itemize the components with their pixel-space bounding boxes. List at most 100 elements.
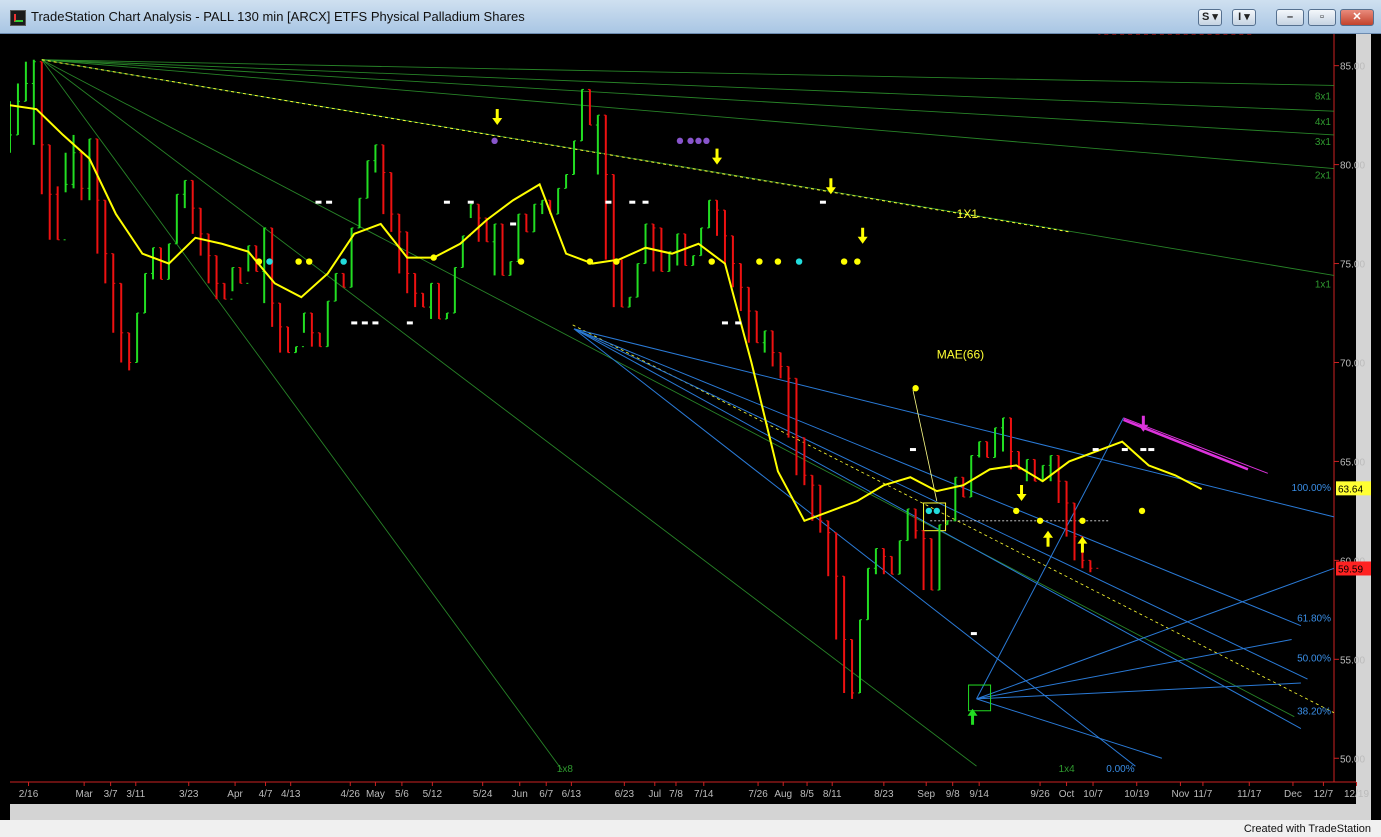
chart-area[interactable]: 85.0080.0075.0070.0065.0060.0055.0050.00… — [10, 34, 1371, 820]
x-tick-label: 9/26 — [1030, 789, 1050, 800]
x-tick-label: 10/19 — [1124, 789, 1149, 800]
signal-marker-white — [605, 200, 612, 204]
x-tick-label: 4/13 — [281, 789, 301, 800]
fib-100-label: 100.00% — [1292, 483, 1332, 494]
minimize-button[interactable]: – — [1276, 9, 1304, 26]
x-tick-label: 2/16 — [19, 789, 39, 800]
x-tick-label: Apr — [227, 789, 243, 800]
signal-marker-white — [467, 200, 474, 204]
i-button-label: I — [1238, 11, 1242, 23]
signal-marker-white — [1148, 448, 1155, 452]
signal-marker-white — [909, 448, 916, 452]
s-button-label: S — [1202, 11, 1210, 23]
gann-1x8-label: 1x8 — [557, 764, 574, 775]
signal-dot — [306, 258, 313, 265]
footer-credit: Created with TradeStation — [1239, 823, 1375, 835]
signal-dot — [925, 507, 933, 515]
gann-fan-label: 3x1 — [1315, 137, 1332, 148]
signal-dot — [255, 258, 263, 265]
signal-dot — [1013, 507, 1020, 515]
x-tick-label: Oct — [1059, 789, 1075, 800]
price-chart[interactable]: 85.0080.0075.0070.0065.0060.0055.0050.00… — [10, 34, 1371, 820]
gann-fan-label: 4x1 — [1315, 117, 1332, 128]
window-title: TradeStation Chart Analysis - PALL 130 m… — [31, 9, 525, 24]
x-tick-label: 5/24 — [473, 789, 493, 800]
signal-marker-white — [315, 200, 322, 204]
signal-marker-white — [351, 321, 358, 325]
fib-38-label: 38.20% — [1297, 707, 1331, 718]
x-tick-label: 3/7 — [104, 789, 118, 800]
signal-marker-white — [406, 321, 413, 325]
signal-dot — [687, 137, 694, 145]
x-tick-label: 4/26 — [341, 789, 361, 800]
fib-50-label: 50.00% — [1297, 653, 1331, 664]
x-tick-label: Aug — [774, 789, 792, 800]
tradestation-app-icon[interactable] — [10, 10, 26, 26]
restore-button[interactable]: ▫ — [1308, 9, 1336, 26]
signal-dot — [695, 137, 702, 145]
signal-marker-white — [629, 200, 636, 204]
signal-marker-white — [361, 321, 368, 325]
fib-0-label: 0.00% — [1106, 764, 1134, 775]
x-tick-label: 12/19 — [1344, 789, 1369, 800]
last-price-text: 59.59 — [1338, 564, 1363, 575]
mae66-label: MAE(66) — [937, 348, 984, 362]
y-tick-label: 70.00 — [1340, 358, 1365, 369]
signal-marker-white — [642, 200, 649, 204]
window-titlebar: TradeStation Chart Analysis - PALL 130 m… — [0, 0, 1381, 34]
signal-marker-white — [1140, 448, 1147, 452]
signal-dot — [676, 137, 684, 145]
signal-dot — [340, 258, 347, 265]
signal-dot — [1079, 517, 1086, 524]
gann-fan-label: 1x1 — [1315, 279, 1332, 290]
signal-dot — [1138, 507, 1146, 515]
vertical-scrollbar — [1356, 34, 1371, 820]
signal-dot — [933, 507, 940, 515]
indicator-i-button[interactable]: I ▾ — [1232, 9, 1256, 26]
y-tick-label: 80.00 — [1340, 161, 1365, 172]
y-tick-label: 65.00 — [1340, 457, 1365, 468]
y-tick-label: 75.00 — [1340, 260, 1365, 271]
gann-1x1-label: 1X1 — [957, 207, 979, 221]
signal-dot — [266, 258, 273, 265]
signal-dot — [854, 258, 861, 265]
signal-dot — [795, 258, 803, 265]
signal-dot — [1036, 517, 1044, 524]
last-price-text: 63.64 — [1338, 484, 1363, 495]
signal-dot — [517, 258, 525, 265]
x-tick-label: 5/12 — [423, 789, 443, 800]
x-tick-label: 3/23 — [179, 789, 199, 800]
x-tick-label: Jun — [512, 789, 528, 800]
signal-dot — [774, 258, 782, 265]
signal-marker-white — [372, 321, 379, 325]
x-tick-label: May — [366, 789, 385, 800]
horizontal-scrollbar — [10, 804, 1356, 820]
signal-marker-white — [721, 321, 728, 325]
gann-1x4-label: 1x4 — [1059, 764, 1076, 775]
signal-dot — [912, 385, 919, 392]
x-tick-label: Jul — [648, 789, 661, 800]
signal-marker-white — [326, 200, 333, 204]
signal-dot — [430, 254, 437, 261]
x-tick-label: 10/7 — [1083, 789, 1103, 800]
signal-marker-white — [510, 222, 517, 226]
x-tick-label: Mar — [76, 789, 94, 800]
signal-dot — [491, 137, 498, 145]
x-tick-label: 11/7 — [1194, 789, 1213, 800]
gann-fan-label: 8x1 — [1315, 91, 1332, 102]
close-button[interactable]: ✕ — [1340, 9, 1374, 26]
x-tick-label: 4/7 — [259, 789, 273, 800]
strategy-s-button[interactable]: S ▾ — [1198, 9, 1222, 26]
signal-marker-white — [819, 200, 826, 204]
x-tick-label: 3/11 — [126, 789, 145, 800]
x-tick-label: 8/11 — [823, 789, 842, 800]
status-bar — [0, 820, 1381, 837]
x-tick-label: 6/7 — [539, 789, 553, 800]
x-tick-label: 6/23 — [615, 789, 635, 800]
signal-dot — [613, 258, 620, 265]
gann-fan-label: 2x1 — [1315, 170, 1332, 181]
x-tick-label: 7/8 — [669, 789, 683, 800]
x-tick-label: 7/26 — [748, 789, 768, 800]
signal-marker-white — [1121, 448, 1128, 452]
chart-background — [10, 34, 1371, 820]
